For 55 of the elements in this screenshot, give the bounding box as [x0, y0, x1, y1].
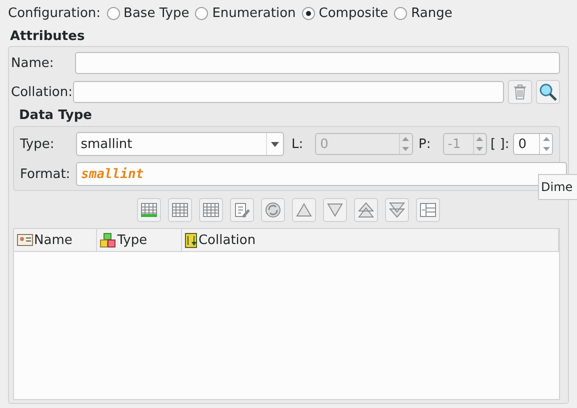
- spin-up-icon: [402, 137, 410, 141]
- attributes-title: Attributes: [10, 29, 86, 44]
- search-button[interactable]: [536, 80, 560, 104]
- caret-icon: [271, 142, 280, 146]
- configuration-label: Configuration:: [8, 6, 101, 20]
- toolbar-button[interactable]: [230, 198, 254, 222]
- toolbar-button[interactable]: [168, 198, 192, 222]
- column-header[interactable]: Name: [14, 229, 98, 251]
- spin-down-icon: [402, 147, 410, 151]
- spin-down-icon: [476, 147, 484, 151]
- toolbar-button[interactable]: [137, 198, 161, 222]
- toolbar-button[interactable]: [261, 198, 285, 222]
- blocks-icon: [100, 232, 116, 248]
- collation-field[interactable]: [73, 81, 504, 103]
- type-label: Type:: [20, 136, 56, 152]
- radio-option[interactable]: Composite: [302, 6, 388, 20]
- l-label: L:: [291, 136, 304, 152]
- table-icon: [141, 203, 157, 217]
- radio-option[interactable]: Enumeration: [195, 6, 296, 20]
- move-bottom-icon: [389, 202, 405, 218]
- id-card-icon: [17, 234, 33, 246]
- format-label: Format:: [20, 166, 72, 182]
- collation-label: Collation:: [11, 84, 69, 100]
- edit-icon: [234, 202, 250, 218]
- spin-up-icon: [542, 137, 550, 141]
- name-label: Name:: [11, 56, 55, 70]
- toolbar-button[interactable]: [199, 198, 223, 222]
- dimension-label: [ ]:: [490, 136, 510, 152]
- type-dropdown[interactable]: smallint: [76, 132, 284, 156]
- down-arrow-icon: [327, 203, 343, 217]
- move-top-icon: [358, 202, 374, 218]
- data-type-title: Data Type: [19, 108, 93, 123]
- tooltip: Dime: [538, 174, 577, 200]
- toolbar-button[interactable]: [323, 198, 347, 222]
- toolbar-button[interactable]: [416, 198, 440, 222]
- trash-icon: [513, 84, 527, 100]
- dimension-spinbox[interactable]: 0: [513, 133, 553, 155]
- toolbar-button[interactable]: [385, 198, 409, 222]
- sort-list-icon: [185, 232, 198, 248]
- column-header[interactable]: Type: [97, 229, 182, 251]
- table-icon: [420, 203, 436, 217]
- column-header[interactable]: Collation: [182, 229, 559, 251]
- radio-option[interactable]: Range: [394, 6, 452, 20]
- table-icon: [203, 203, 219, 217]
- spin-up-icon: [476, 137, 484, 141]
- spin-down-icon: [542, 147, 550, 151]
- p-label: P:: [418, 136, 431, 152]
- radio-option[interactable]: Base Type: [106, 6, 190, 20]
- name-field[interactable]: [75, 52, 560, 74]
- table-icon: [172, 203, 188, 217]
- search-icon: [539, 83, 557, 101]
- toolbar-button[interactable]: [354, 198, 378, 222]
- refresh-icon: [265, 202, 281, 218]
- up-arrow-icon: [296, 203, 312, 217]
- toolbar-button[interactable]: [292, 198, 316, 222]
